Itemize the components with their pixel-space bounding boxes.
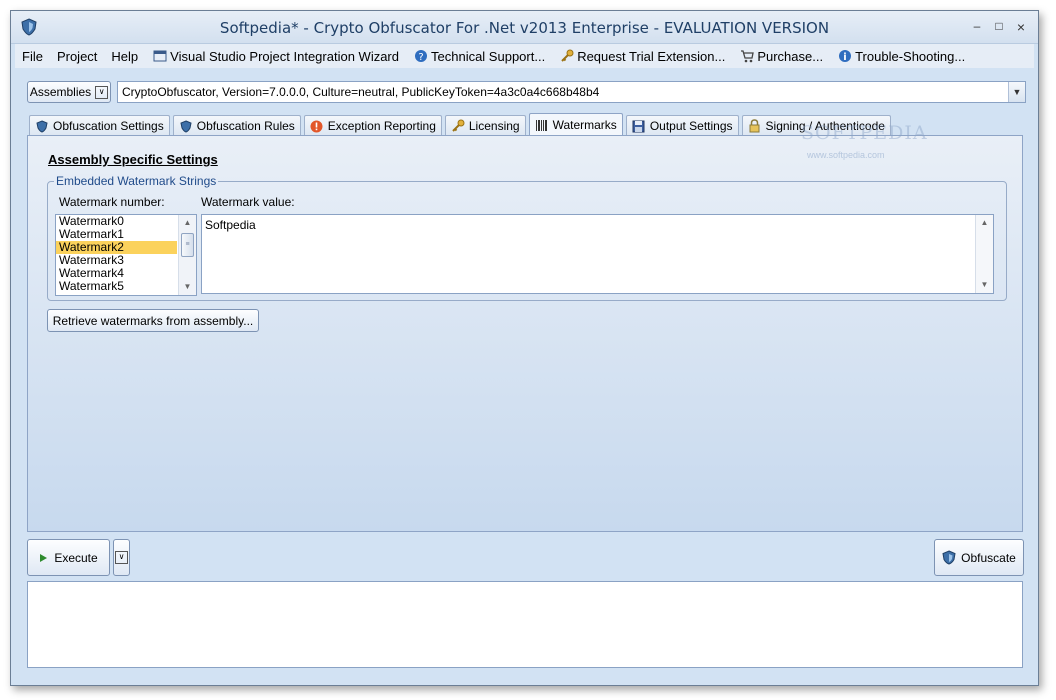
- menu-file-label: File: [22, 48, 43, 64]
- menu-vs-integration-label: Visual Studio Project Integration Wizard: [170, 48, 399, 64]
- vs-integration-icon: [152, 49, 167, 64]
- save-icon: [632, 119, 646, 133]
- watermark-number-list[interactable]: Watermark0 Watermark1 Watermark2 Waterma…: [55, 214, 197, 296]
- info-icon: i: [837, 49, 852, 64]
- play-icon: [40, 553, 48, 562]
- watermark-number-label: Watermark number:: [59, 195, 165, 209]
- assemblies-button-label: Assemblies: [29, 85, 92, 99]
- shield-icon: [35, 119, 49, 133]
- obfuscate-button-label: Obfuscate: [961, 550, 1016, 565]
- tab-watermarks[interactable]: Watermarks: [528, 113, 623, 136]
- tab-strip: Obfuscation Settings Obfuscation Rules E…: [29, 113, 894, 136]
- group-title: Embedded Watermark Strings: [54, 174, 219, 188]
- watermark-value-text: Softpedia: [205, 218, 256, 232]
- menu-technical-support-label: Technical Support...: [431, 48, 546, 64]
- execute-options-button[interactable]: ∨: [113, 539, 130, 576]
- title-bar[interactable]: Softpedia* - Crypto Obfuscator For .Net …: [11, 11, 1038, 44]
- scroll-down-icon[interactable]: ▼: [179, 279, 196, 295]
- main-window: Softpedia* - Crypto Obfuscator For .Net …: [10, 10, 1039, 686]
- svg-text:i: i: [843, 52, 846, 63]
- close-button[interactable]: ×: [1012, 19, 1030, 35]
- softpedia-watermark: SOFTPEDIA: [801, 122, 928, 144]
- assemblies-button[interactable]: Assemblies ∨: [27, 81, 111, 103]
- tab-output-settings-label: Output Settings: [649, 119, 733, 133]
- watermarks-panel: Assembly Specific Settings Embedded Wate…: [27, 135, 1023, 532]
- maximize-button[interactable]: □: [990, 19, 1008, 35]
- value-scrollbar[interactable]: ▲ ▼: [975, 215, 993, 293]
- tab-obfuscation-settings-label: Obfuscation Settings: [53, 119, 164, 133]
- menu-technical-support[interactable]: ? Technical Support...: [406, 45, 552, 67]
- barcode-icon: [535, 118, 549, 132]
- bottom-bar: Execute ∨ Obfuscate: [27, 539, 1026, 579]
- menu-project[interactable]: Project: [50, 45, 104, 67]
- scroll-thumb[interactable]: ≡: [181, 233, 194, 257]
- menu-purchase-label: Purchase...: [757, 48, 824, 64]
- watermark-value-field[interactable]: Softpedia ▲ ▼: [201, 214, 994, 294]
- tab-exception-reporting[interactable]: Exception Reporting: [303, 115, 442, 136]
- menu-project-label: Project: [56, 48, 98, 64]
- menu-file[interactable]: File: [15, 45, 50, 67]
- retrieve-watermarks-button[interactable]: Retrieve watermarks from assembly...: [47, 309, 259, 332]
- menu-trial-extension[interactable]: Request Trial Extension...: [552, 45, 732, 67]
- list-scrollbar[interactable]: ▲ ≡ ▼: [178, 215, 196, 295]
- menu-trouble-shooting[interactable]: i Trouble-Shooting...: [830, 45, 972, 67]
- menu-vs-integration[interactable]: Visual Studio Project Integration Wizard: [145, 45, 406, 67]
- double-chevron-down-icon: ∨: [115, 551, 128, 564]
- assembly-row: Assemblies ∨ CryptoObfuscator, Version=7…: [27, 80, 1026, 104]
- output-console[interactable]: [27, 581, 1023, 668]
- assembly-select[interactable]: CryptoObfuscator, Version=7.0.0.0, Cultu…: [117, 81, 1026, 103]
- tab-output-settings[interactable]: Output Settings: [625, 115, 739, 136]
- tab-exception-reporting-label: Exception Reporting: [327, 119, 436, 133]
- menu-trouble-shooting-label: Trouble-Shooting...: [855, 48, 966, 64]
- execute-button-label: Execute: [54, 550, 98, 565]
- lock-icon: [748, 119, 762, 133]
- minimize-button[interactable]: –: [968, 19, 986, 35]
- obfuscate-button[interactable]: Obfuscate: [934, 539, 1024, 576]
- shield-icon: [179, 119, 193, 133]
- help-icon: ?: [413, 49, 428, 64]
- double-chevron-down-icon: ∨: [95, 85, 109, 99]
- menu-help-label: Help: [111, 48, 139, 64]
- chevron-down-icon[interactable]: ▼: [1008, 82, 1025, 102]
- tab-licensing-label: Licensing: [468, 119, 520, 133]
- execute-button[interactable]: Execute: [27, 539, 110, 576]
- shield-icon: [942, 550, 956, 565]
- scroll-down-icon[interactable]: ▼: [976, 277, 993, 293]
- key-icon: [559, 49, 574, 64]
- scroll-up-icon[interactable]: ▲: [179, 215, 196, 231]
- tab-licensing[interactable]: Licensing: [444, 115, 526, 136]
- cart-icon: [739, 49, 754, 64]
- scroll-up-icon[interactable]: ▲: [976, 215, 993, 231]
- menu-help[interactable]: Help: [104, 45, 145, 67]
- watermark-value-label: Watermark value:: [201, 195, 295, 209]
- menu-purchase[interactable]: Purchase...: [732, 45, 830, 67]
- key-icon: [451, 119, 465, 133]
- menu-trial-extension-label: Request Trial Extension...: [577, 48, 726, 64]
- menu-bar: File Project Help Visual Studio Project …: [15, 44, 1034, 68]
- tab-obfuscation-rules[interactable]: Obfuscation Rules: [172, 115, 301, 136]
- list-item[interactable]: Watermark5: [56, 280, 177, 293]
- svg-text:?: ?: [418, 52, 423, 63]
- alert-icon: [310, 119, 324, 133]
- embedded-watermarks-group: Embedded Watermark Strings Watermark num…: [47, 174, 1007, 301]
- tab-watermarks-label: Watermarks: [552, 118, 617, 132]
- tab-obfuscation-rules-label: Obfuscation Rules: [196, 119, 295, 133]
- tab-obfuscation-settings[interactable]: Obfuscation Settings: [29, 115, 170, 136]
- assembly-select-value: CryptoObfuscator, Version=7.0.0.0, Cultu…: [122, 85, 600, 99]
- window-title: Softpedia* - Crypto Obfuscator For .Net …: [219, 19, 830, 37]
- section-title: Assembly Specific Settings: [48, 152, 218, 167]
- softpedia-url-watermark: www.softpedia.com: [807, 150, 885, 160]
